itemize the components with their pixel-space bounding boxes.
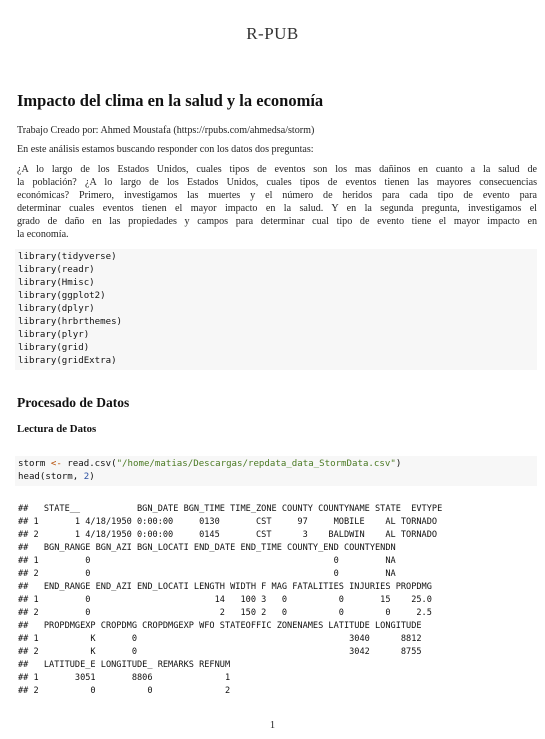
questions-line: determinar cuales eventos tienen el mayo… [17, 203, 537, 214]
code-line: library(plyr) [18, 330, 90, 340]
code-function: head(storm, [18, 472, 84, 482]
document-title: Impacto del clima en la salud y la econo… [17, 91, 324, 110]
output-line: ## 1 K 0 3040 8812 [18, 634, 422, 644]
output-line: ## 2 K 0 3042 8755 [18, 647, 422, 657]
code-line: library(grid) [18, 343, 90, 353]
questions-line: grado de daño en las propiedades y campo… [17, 216, 537, 227]
output-line: ## 1 0 0 NA [18, 556, 396, 566]
questions-line: económicas? Primero, investigamos las mu… [17, 190, 537, 201]
author-line: Trabajo Creado por: Ahmed Moustafa (http… [17, 125, 315, 136]
head-line: head(storm, 2) [18, 471, 537, 484]
questions-paragraph: ¿A lo largo de los Estados Unidos, cuale… [17, 163, 537, 241]
output-line: ## STATE__ BGN_DATE BGN_TIME TIME_ZONE C… [18, 504, 443, 514]
console-output: ## STATE__ BGN_DATE BGN_TIME TIME_ZONE C… [18, 503, 442, 698]
output-line: ## 1 1 4/18/1950 0:00:00 0130 CST 97 MOB… [18, 517, 438, 527]
section-heading: Procesado de Datos [17, 395, 130, 410]
code-line: library(readr) [18, 265, 95, 275]
code-paren: ) [395, 459, 402, 469]
intro-paragraph: En este análisis estamos buscando respon… [17, 144, 314, 155]
output-line: ## 2 0 2 150 2 0 0 0 2.5 [18, 608, 432, 618]
code-line: library(dplyr) [18, 304, 95, 314]
read-csv-line: storm <- read.csv("/home/matias/Descarga… [18, 458, 537, 471]
page-number: 1 [269, 720, 276, 731]
output-line: ## 1 3051 8806 1 [18, 673, 231, 683]
code-string: "/home/matias/Descargas/repdata_data_Sto… [116, 459, 396, 469]
libraries-code-block: library(tidyverse) library(readr) librar… [15, 249, 537, 370]
output-line: ## END_RANGE END_AZI END_LOCATI LENGTH W… [18, 582, 432, 592]
subsection-heading: Lectura de Datos [17, 423, 97, 435]
output-line: ## BGN_RANGE BGN_AZI BGN_LOCATI END_DATE… [18, 543, 396, 553]
questions-line: la población? ¿A lo largo de los Estados… [17, 177, 537, 188]
code-line: library(hrbrthemes) [18, 317, 123, 327]
site-header: R-PUB [246, 24, 299, 43]
code-line: library(Hmisc) [18, 278, 95, 288]
read-data-code-block: storm <- read.csv("/home/matias/Descarga… [15, 456, 537, 486]
output-line: ## 2 0 0 2 [18, 686, 231, 696]
questions-line: ¿A lo largo de los Estados Unidos, cuale… [17, 164, 537, 175]
code-operator: <- [50, 459, 62, 469]
output-line: ## 2 0 0 NA [18, 569, 396, 579]
code-line: library(gridExtra) [18, 356, 117, 366]
output-line: ## PROPDMGEXP CROPDMG CROPDMGEXP WFO STA… [18, 621, 422, 631]
code-variable: storm [18, 459, 46, 469]
code-line: library(ggplot2) [18, 291, 106, 301]
code-line: library(tidyverse) [18, 252, 117, 262]
output-line: ## 2 1 4/18/1950 0:00:00 0145 CST 3 BALD… [18, 530, 438, 540]
code-paren: ) [89, 472, 95, 482]
code-function: read.csv( [67, 459, 117, 469]
output-line: ## 1 0 14 100 3 0 0 15 25.0 [18, 595, 432, 605]
questions-line: la economía. [17, 229, 69, 240]
output-line: ## LATITUDE_E LONGITUDE_ REMARKS REFNUM [18, 660, 231, 670]
